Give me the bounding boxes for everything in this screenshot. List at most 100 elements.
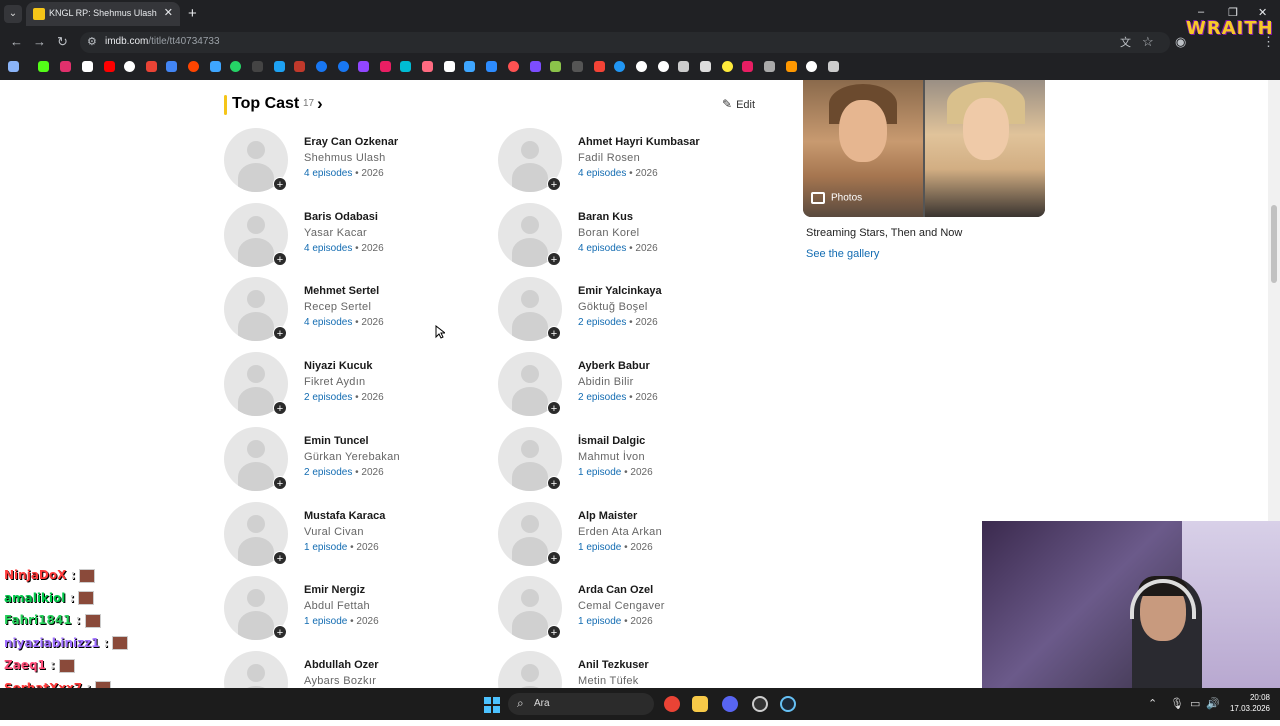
- cast-member-card[interactable]: + Emin Tuncel Gürkan Yerebakan 2 episodes •…: [224, 426, 494, 502]
- character-name[interactable]: Fadil Rosen: [578, 152, 640, 164]
- actor-name[interactable]: Arda Can Ozel: [578, 584, 653, 596]
- cast-member-card[interactable]: + Arda Can Ozel Cemal Cengaver 1 episode • …: [498, 576, 768, 651]
- episodes-link[interactable]: 4 episodes: [304, 317, 352, 328]
- clock[interactable]: 20:08 17.03.2026: [1220, 692, 1270, 714]
- actor-name[interactable]: Mustafa Karaca: [304, 510, 385, 522]
- bookmark-icon[interactable]: [614, 61, 625, 72]
- episodes-link[interactable]: 1 episode: [578, 467, 621, 478]
- bookmark-icon[interactable]: [486, 61, 497, 72]
- actor-name[interactable]: Niyazi Kucuk: [304, 360, 372, 372]
- add-icon[interactable]: +: [273, 401, 287, 416]
- cast-member-card[interactable]: + Emir Nergiz Abdul Fettah 1 episode • 2026: [224, 576, 494, 651]
- cast-member-card[interactable]: + Baris Odabasi Yasar Kacar 4 episodes • 20…: [224, 202, 494, 278]
- bookmark-icon[interactable]: [38, 61, 49, 72]
- episodes-link[interactable]: 1 episode: [304, 542, 347, 553]
- back-icon[interactable]: ←: [10, 34, 23, 49]
- network-icon[interactable]: ▭: [1190, 697, 1200, 710]
- scrollbar-thumb[interactable]: [1271, 205, 1277, 283]
- close-tab-icon[interactable]: ✕: [164, 6, 173, 19]
- character-name[interactable]: Gürkan Yerebakan: [304, 451, 400, 463]
- actor-name[interactable]: Baris Odabasi: [304, 211, 378, 223]
- actor-name[interactable]: Emir Yalcinkaya: [578, 285, 662, 297]
- edit-button[interactable]: ✎ Edit: [722, 97, 755, 111]
- bookmark-icon[interactable]: [700, 61, 711, 72]
- cast-member-card[interactable]: + Mustafa Karaca Vural Civan 1 episode • 20…: [224, 501, 494, 577]
- bookmark-icon[interactable]: [594, 61, 605, 72]
- cast-member-card[interactable]: + Emir Yalcinkaya Göktuğ Boşel 2 episodes •…: [498, 277, 768, 352]
- obs-icon[interactable]: [752, 696, 768, 712]
- episodes-link[interactable]: 1 episode: [304, 616, 347, 627]
- episodes-link[interactable]: 4 episodes: [578, 243, 626, 254]
- actor-name[interactable]: İsmail Dalgic: [578, 435, 645, 447]
- cast-member-card[interactable]: + Mehmet Sertel Recep Sertel 4 episodes • 2…: [224, 277, 494, 352]
- episodes-link[interactable]: 2 episodes: [578, 392, 626, 403]
- bookmark-icon[interactable]: [828, 61, 839, 72]
- chevron-right-icon[interactable]: ›: [317, 94, 323, 114]
- cast-member-card[interactable]: + Ahmet Hayri Kumbasar Fadil Rosen 4 episod…: [498, 128, 768, 203]
- discord-icon[interactable]: [722, 696, 738, 712]
- add-icon[interactable]: +: [273, 251, 287, 266]
- actor-name[interactable]: Ayberk Babur: [578, 360, 650, 372]
- actor-name[interactable]: Baran Kus: [578, 211, 633, 223]
- add-icon[interactable]: +: [547, 401, 561, 416]
- minimize-icon[interactable]: –: [1198, 6, 1204, 18]
- episodes-link[interactable]: 4 episodes: [578, 168, 626, 179]
- bookmark-icon[interactable]: [316, 61, 327, 72]
- bookmark-icon[interactable]: [530, 61, 541, 72]
- bookmark-icon[interactable]: [60, 61, 71, 72]
- character-name[interactable]: Cemal Cengaver: [578, 600, 665, 612]
- bookmark-star-icon[interactable]: ☆: [1142, 34, 1154, 50]
- add-icon[interactable]: +: [547, 625, 561, 640]
- cast-member-card[interactable]: + Niyazi Kucuk Fikret Aydın 2 episodes • 20…: [224, 352, 494, 427]
- bookmark-icon[interactable]: [358, 61, 369, 72]
- character-name[interactable]: Yasar Kacar: [304, 227, 367, 239]
- bookmark-icon[interactable]: [508, 61, 519, 72]
- episodes-link[interactable]: 4 episodes: [304, 243, 352, 254]
- cast-member-card[interactable]: + Ayberk Babur Abidin Bilir 2 episodes • 20…: [498, 352, 768, 427]
- bookmark-icon[interactable]: [422, 61, 433, 72]
- character-name[interactable]: Recep Sertel: [304, 301, 371, 313]
- episodes-link[interactable]: 1 episode: [578, 616, 621, 627]
- tab-active[interactable]: KNGL RP: Shehmus Ulash (TV Se ✕: [26, 2, 180, 26]
- microphone-icon[interactable]: 🎙: [1170, 697, 1184, 710]
- cast-member-card[interactable]: + Alp Maister Erden Ata Arkan 1 episode • 2…: [498, 501, 768, 577]
- bookmark-icon[interactable]: [572, 61, 583, 72]
- episodes-link[interactable]: 2 episodes: [304, 467, 352, 478]
- tab-search-icon[interactable]: ⌄: [4, 5, 22, 23]
- actor-name[interactable]: Mehmet Sertel: [304, 285, 379, 297]
- site-info-icon[interactable]: ⚙: [87, 35, 97, 48]
- character-name[interactable]: Fikret Aydın: [304, 376, 365, 388]
- actor-name[interactable]: Alp Maister: [578, 510, 637, 522]
- forward-icon[interactable]: →: [33, 34, 46, 49]
- character-name[interactable]: Mahmut İvon: [578, 451, 645, 463]
- bookmark-icon[interactable]: [274, 61, 285, 72]
- cast-member-card[interactable]: + Baran Kus Boran Korel 4 episodes • 2026: [498, 202, 768, 278]
- character-name[interactable]: Shehmus Ulash: [304, 152, 386, 164]
- episodes-link[interactable]: 2 episodes: [578, 317, 626, 328]
- add-icon[interactable]: +: [273, 326, 287, 341]
- apps-icon[interactable]: [8, 61, 19, 72]
- add-icon[interactable]: +: [273, 550, 287, 565]
- bookmark-icon[interactable]: [764, 61, 775, 72]
- actor-name[interactable]: Anil Tezkuser: [578, 659, 649, 671]
- add-icon[interactable]: +: [547, 550, 561, 565]
- bookmark-icon[interactable]: [146, 61, 157, 72]
- file-explorer-icon[interactable]: [692, 696, 708, 712]
- bookmark-icon[interactable]: [124, 61, 135, 72]
- add-icon[interactable]: +: [273, 475, 287, 490]
- bookmark-icon[interactable]: [444, 61, 455, 72]
- add-icon[interactable]: +: [547, 475, 561, 490]
- actor-name[interactable]: Ahmet Hayri Kumbasar: [578, 136, 700, 148]
- bookmark-icon[interactable]: [166, 61, 177, 72]
- steam-icon[interactable]: [780, 696, 796, 712]
- bookmark-icon[interactable]: [636, 61, 647, 72]
- bookmark-icon[interactable]: [338, 61, 349, 72]
- episodes-link[interactable]: 2 episodes: [304, 392, 352, 403]
- bookmark-icon[interactable]: [658, 61, 669, 72]
- translate-icon[interactable]: 文: [1120, 34, 1131, 50]
- actor-name[interactable]: Emin Tuncel: [304, 435, 369, 447]
- gallery-caption[interactable]: Streaming Stars, Then and Now: [806, 227, 962, 239]
- character-name[interactable]: Göktuğ Boşel: [578, 301, 648, 313]
- volume-icon[interactable]: 🔊: [1206, 697, 1220, 710]
- bookmark-icon[interactable]: [252, 61, 263, 72]
